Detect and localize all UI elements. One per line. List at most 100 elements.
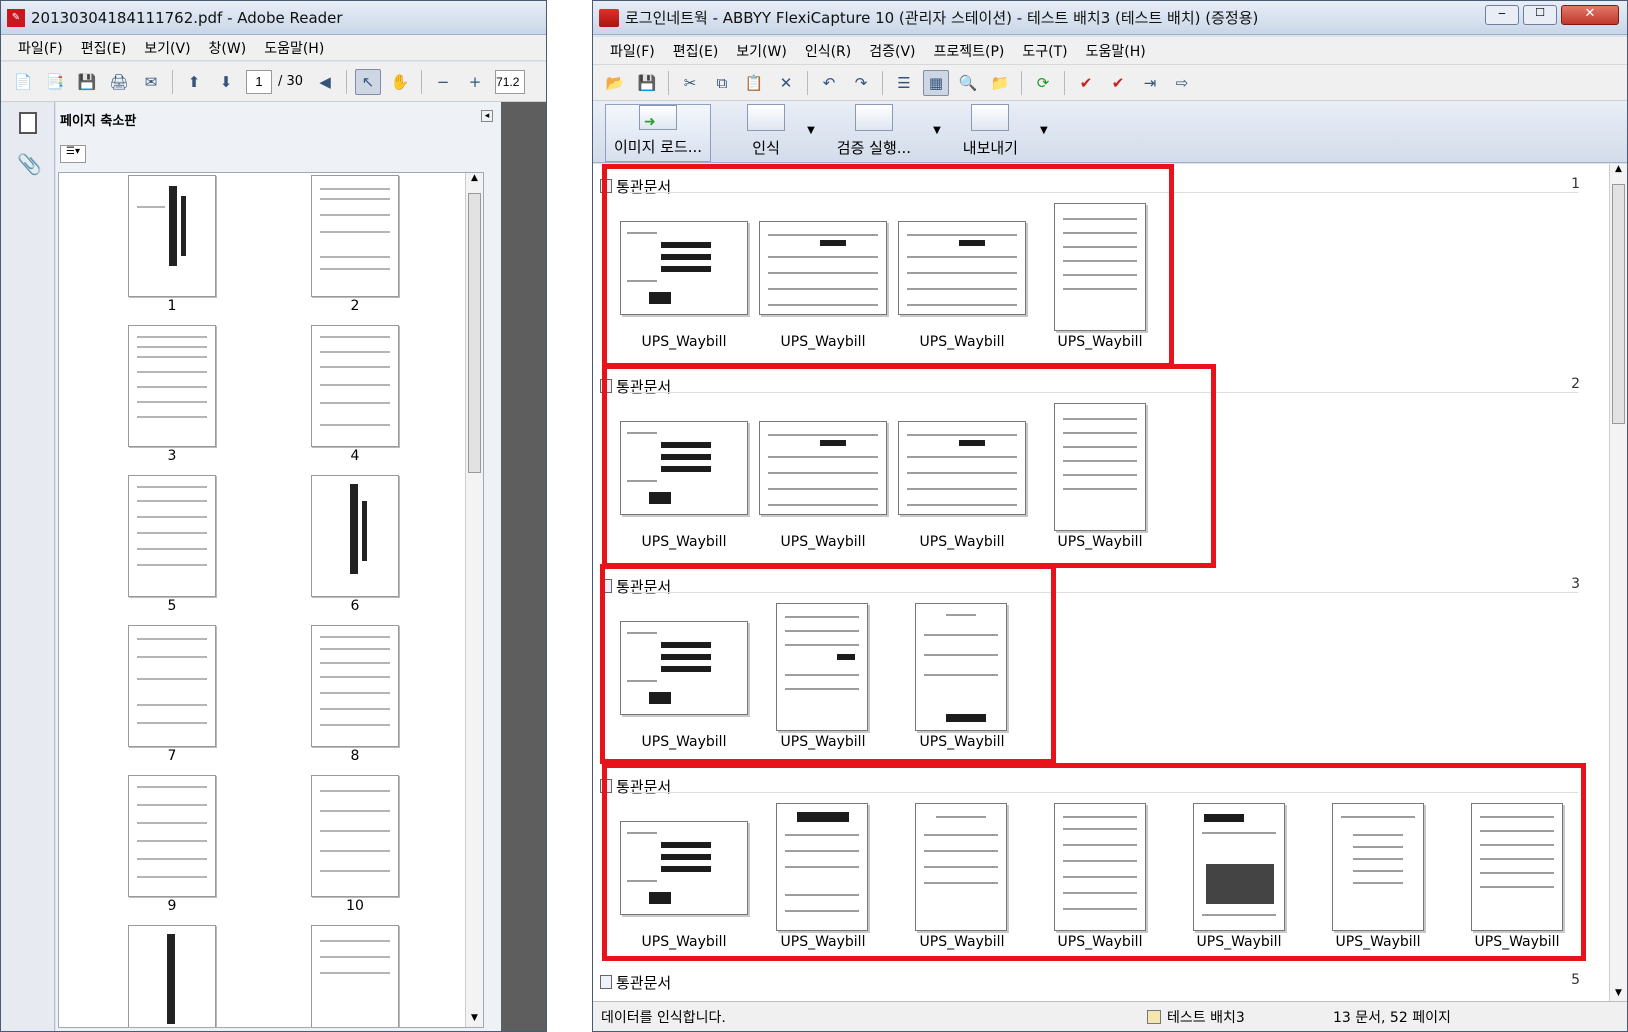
thumbnail-page-number: 6 — [350, 598, 360, 614]
page-thumbnail[interactable] — [128, 325, 216, 447]
adobe-menu-view[interactable]: 보기(V) — [135, 36, 199, 60]
undo-icon[interactable]: ↶ — [816, 70, 842, 96]
thumbnail-scrollbar[interactable]: ▲ ▼ — [465, 173, 483, 1027]
abbyy-statusbar: 데이터를 인식합니다. 테스트 배치3 13 문서, 52 페이지 — [593, 1001, 1627, 1031]
thumbnail-options-icon[interactable]: ☰▾ — [60, 145, 86, 163]
page-thumbnail[interactable] — [311, 625, 399, 747]
toolbar-separator — [172, 69, 173, 94]
scroll-up-icon[interactable]: ▲ — [466, 173, 483, 187]
thumbnail-view-icon[interactable]: ▦ — [923, 69, 949, 96]
page-thumbnail[interactable] — [311, 175, 399, 297]
paste-icon[interactable]: 📋 — [741, 70, 767, 96]
copy-icon[interactable]: ⧉ — [709, 70, 735, 96]
details-view-icon[interactable]: ☰ — [891, 70, 917, 96]
attachment-icon[interactable]: 📎 — [17, 152, 42, 176]
adobe-menu-edit[interactable]: 편집(E) — [72, 36, 136, 60]
page-number-input[interactable] — [246, 69, 272, 94]
toolbar-separator — [807, 70, 808, 95]
panel-collapse-icon[interactable]: ◂ — [481, 110, 493, 122]
toolbar-separator — [668, 70, 669, 95]
highlight-box — [600, 564, 1056, 764]
export-doc-icon[interactable]: ⇨ — [1169, 70, 1195, 96]
adobe-menubar: 파일(F) 편집(E) 보기(V) 창(W) 도움말(H) — [1, 35, 546, 61]
highlight-box — [602, 164, 1174, 368]
export-button[interactable]: 내보내기 — [955, 104, 1026, 162]
zoom-in-icon[interactable]: + — [462, 69, 488, 95]
cut-icon[interactable]: ✂ — [677, 70, 703, 96]
email-icon[interactable]: ✉ — [138, 69, 164, 95]
check-all-icon[interactable]: ✔ — [1105, 70, 1131, 96]
select-tool-icon[interactable]: ↖ — [355, 68, 382, 95]
page-thumbnail[interactable] — [128, 925, 216, 1027]
thumbnail-page-number: 8 — [350, 748, 360, 764]
abbyy-menu-file[interactable]: 파일(F) — [601, 39, 664, 63]
check-icon[interactable]: ✔ — [1073, 70, 1099, 96]
abbyy-menu-recognize[interactable]: 인식(R) — [796, 39, 860, 63]
save-icon[interactable]: 💾 — [74, 69, 100, 95]
scroll-down-icon[interactable]: ▼ — [466, 1013, 483, 1027]
move-icon[interactable]: 📁 — [987, 70, 1013, 96]
verify-dropdown-icon[interactable]: ▼ — [933, 125, 941, 136]
prev-page-icon[interactable]: ⬆ — [181, 69, 207, 95]
toolbar-separator — [346, 69, 348, 94]
abbyy-menubar: 파일(F) 편집(E) 보기(W) 인식(R) 검증(V) 프로젝트(P) 도구… — [593, 37, 1627, 65]
save-icon[interactable]: 💾 — [634, 70, 660, 96]
delete-icon[interactable]: ✕ — [773, 70, 799, 96]
scroll-thumb[interactable] — [1612, 184, 1625, 424]
print-icon[interactable]: 🖨 — [106, 69, 132, 95]
send-icon[interactable]: ⇥ — [1137, 70, 1163, 96]
find-icon[interactable]: 🔍 — [955, 70, 981, 96]
back-icon[interactable]: ◀ — [312, 69, 338, 95]
thumbnail-page-number: 10 — [346, 898, 364, 914]
next-page-icon[interactable]: ⬇ — [213, 69, 239, 95]
export-dropdown-icon[interactable]: ▼ — [1040, 125, 1048, 136]
recognize-button[interactable]: 인식 — [739, 104, 793, 162]
page-thumbnail[interactable] — [128, 775, 216, 897]
adobe-menu-file[interactable]: 파일(F) — [9, 36, 72, 60]
scroll-up-icon[interactable]: ▲ — [1610, 164, 1627, 178]
verify-button[interactable]: 검증 실행... — [829, 104, 919, 162]
abbyy-menu-project[interactable]: 프로젝트(P) — [925, 39, 1014, 63]
export-icon — [971, 104, 1010, 131]
export-pdf-icon[interactable]: 📑 — [42, 69, 68, 95]
page-thumbnail[interactable] — [128, 475, 216, 597]
abbyy-ribbon: ➜ 이미지 로드... 인식 ▼ 검증 실행... ▼ 내보내기 ▼ — [593, 101, 1627, 163]
maximize-button[interactable]: ☐ — [1523, 5, 1557, 25]
create-pdf-icon[interactable]: 📄 — [10, 69, 36, 95]
zoom-input[interactable] — [495, 69, 526, 94]
page-thumbnail[interactable] — [311, 925, 399, 1027]
open-folder-icon[interactable]: 📂 — [602, 70, 628, 96]
document-group[interactable]: 통관문서 5 — [600, 968, 1590, 994]
redo-icon[interactable]: ↷ — [848, 70, 874, 96]
close-button[interactable]: ✕ — [1561, 5, 1619, 25]
highlight-box — [602, 763, 1586, 961]
load-images-button[interactable]: ➜ 이미지 로드... — [605, 104, 712, 162]
thumbnail-page-number: 7 — [167, 748, 177, 764]
page-thumbnail[interactable] — [311, 475, 399, 597]
minimize-button[interactable]: ‒ — [1485, 5, 1519, 25]
page-thumbnail[interactable] — [128, 175, 216, 297]
page-thumbnail[interactable] — [311, 325, 399, 447]
abbyy-window-title: 로그인네트웍 - ABBYY FlexiCapture 10 (관리자 스테이션… — [625, 9, 1259, 27]
adobe-menu-window[interactable]: 창(W) — [200, 36, 256, 60]
thumbnail-scroll-area: 1 2 3 4 5 6 7 8 9 10 ▲ ▼ — [58, 172, 484, 1028]
abbyy-menu-edit[interactable]: 편집(E) — [664, 39, 728, 63]
hand-tool-icon[interactable]: ✋ — [387, 69, 413, 95]
pages-panel-icon[interactable] — [19, 112, 37, 134]
recognize-dropdown-icon[interactable]: ▼ — [807, 125, 815, 136]
abbyy-menu-verify[interactable]: 검증(V) — [860, 39, 924, 63]
abbyy-menu-tools[interactable]: 도구(T) — [1013, 39, 1076, 63]
page-thumbnail[interactable] — [311, 775, 399, 897]
zoom-out-icon[interactable]: − — [430, 69, 456, 95]
page-thumbnail[interactable] — [128, 625, 216, 747]
abbyy-menu-view[interactable]: 보기(W) — [727, 39, 796, 63]
abbyy-toolbar: 📂 💾 ✂ ⧉ 📋 ✕ ↶ ↷ ☰ ▦ 🔍 📁 ⟳ ✔ ✔ ⇥ ⇨ — [593, 65, 1627, 101]
adobe-document-area — [501, 102, 546, 1031]
document-group-number: 3 — [1571, 576, 1580, 592]
abbyy-menu-help[interactable]: 도움말(H) — [1077, 39, 1155, 63]
batch-scrollbar[interactable]: ▲ ▼ — [1609, 164, 1627, 1002]
scroll-thumb[interactable] — [468, 193, 481, 473]
scroll-down-icon[interactable]: ▼ — [1610, 988, 1627, 1002]
refresh-icon[interactable]: ⟳ — [1030, 70, 1056, 96]
adobe-menu-help[interactable]: 도움말(H) — [255, 36, 333, 60]
